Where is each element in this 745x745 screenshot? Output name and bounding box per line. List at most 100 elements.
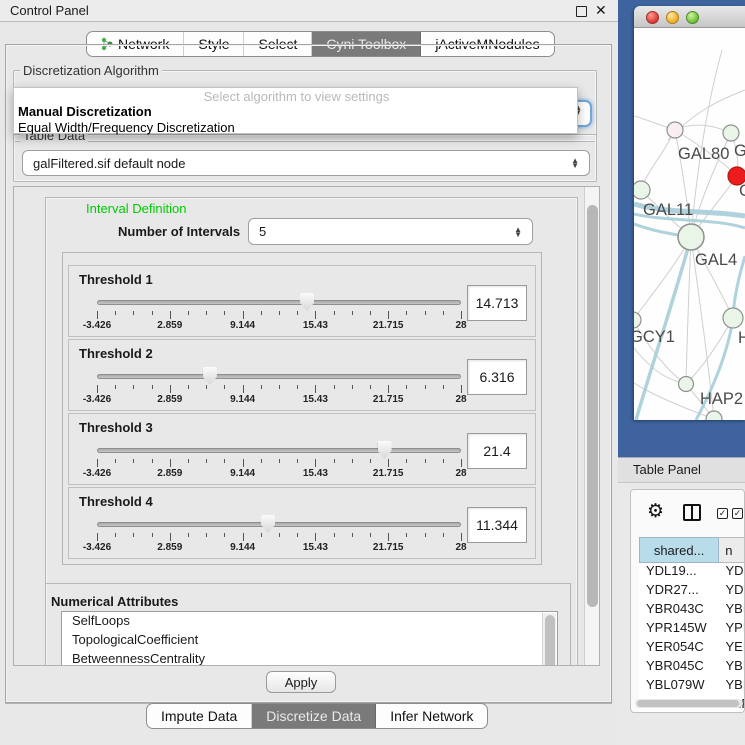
slider-tick <box>352 385 353 389</box>
network-window-titlebar[interactable] <box>634 6 745 28</box>
apply-button[interactable]: Apply <box>266 671 336 693</box>
cell-shared-name[interactable]: YDR27... <box>639 582 719 601</box>
scrollbar-thumb[interactable] <box>545 615 555 666</box>
slider-tick <box>461 385 462 393</box>
dropdown-prompt-item[interactable]: Select algorithm to view settings <box>14 89 579 104</box>
slider-tick <box>425 459 426 463</box>
table-header-row: shared... n <box>639 537 745 563</box>
slider-tick <box>224 311 225 315</box>
slider-tick <box>388 385 389 393</box>
slider-tick <box>315 459 316 467</box>
table-row[interactable]: YPR145WYPR1 <box>639 620 745 639</box>
scrollbar-thumb[interactable] <box>587 205 598 607</box>
slider-tick <box>206 459 207 463</box>
cell-name[interactable]: YBR0 <box>719 658 745 677</box>
cell-shared-name[interactable]: YPR145W <box>639 620 719 639</box>
cell-name[interactable]: YDL1 <box>719 563 745 582</box>
cell-name[interactable]: YDR2 <box>719 582 745 601</box>
slider-tick <box>279 459 280 463</box>
checkbox-icon[interactable]: ✓ <box>717 508 728 519</box>
slider-track[interactable] <box>97 522 461 527</box>
cell-shared-name[interactable]: YBL079W <box>639 677 719 696</box>
table-row[interactable]: YBL079WYBL0 <box>639 677 745 696</box>
split-view-icon[interactable] <box>683 504 701 521</box>
threshold-value-field[interactable]: 6.316 <box>467 359 527 395</box>
node-hap2 <box>679 377 694 392</box>
tab-label: Infer Network <box>390 708 473 724</box>
slider-tick <box>443 459 444 463</box>
slider-track[interactable] <box>97 374 461 379</box>
threshold-value-field[interactable]: 11.344 <box>467 507 527 543</box>
attributes-list-scrollbar[interactable] <box>542 613 556 666</box>
algorithm-dropdown-popup: Select algorithm to view settings Manual… <box>13 87 578 134</box>
column-header-name[interactable]: n <box>719 537 745 563</box>
close-traffic-light-icon[interactable] <box>646 11 659 24</box>
slider-tick <box>170 459 171 467</box>
zoom-traffic-light-icon[interactable] <box>686 11 699 24</box>
node <box>667 122 683 138</box>
slider-tick <box>297 385 298 389</box>
node-label: G <box>734 142 745 160</box>
network-canvas[interactable]: GAL80 G C GAL11 GAL4 GCY1 H HAP2 <box>634 28 745 420</box>
float-window-icon[interactable] <box>576 6 587 17</box>
tab-impute-data[interactable]: Impute Data <box>147 704 252 728</box>
slider-tick <box>115 533 116 537</box>
cell-shared-name[interactable]: YDL19... <box>639 563 719 582</box>
slider-tick <box>188 311 189 315</box>
scrollbar-thumb[interactable] <box>637 700 739 707</box>
slider-tick <box>188 385 189 389</box>
attribute-list-item[interactable]: TopologicalCoefficient <box>62 631 557 650</box>
panel-title: Control Panel <box>10 3 89 18</box>
cell-name[interactable]: YBL0 <box>719 677 745 696</box>
table-row[interactable]: YER054CYER0 <box>639 639 745 658</box>
minimize-traffic-light-icon[interactable] <box>666 11 679 24</box>
cell-shared-name[interactable]: YER054C <box>639 639 719 658</box>
column-header-shared[interactable]: shared... <box>639 537 719 563</box>
table-row[interactable]: YDR27...YDR2 <box>639 582 745 601</box>
slider-tick-label: -3.426 <box>83 468 111 479</box>
threshold-value-field[interactable]: 21.4 <box>467 433 527 469</box>
cell-name[interactable]: YBR0 <box>719 601 745 620</box>
node <box>634 181 650 199</box>
slider-tick <box>461 459 462 467</box>
node-label: HAP2 <box>700 390 743 408</box>
slider-tick-label: 21.715 <box>373 320 404 331</box>
slider-thumb[interactable] <box>203 367 217 385</box>
slider-tick <box>261 533 262 537</box>
slider-tick-label: 2.859 <box>157 320 182 331</box>
table-row[interactable]: YBR043CYBR0 <box>639 601 745 620</box>
slider-track[interactable] <box>97 300 461 305</box>
tab-discretize-data[interactable]: Discretize Data <box>252 704 376 728</box>
number-of-intervals-select[interactable]: 5 ▲▼ <box>248 218 533 245</box>
slider-thumb[interactable] <box>261 515 275 533</box>
tab-infer-network[interactable]: Infer Network <box>376 704 487 728</box>
settings-vertical-scrollbar[interactable] <box>584 187 599 665</box>
attribute-list-item[interactable]: SelfLoops <box>62 612 557 631</box>
slider-tick <box>206 385 207 389</box>
cell-name[interactable]: YER0 <box>719 639 745 658</box>
slider-tick <box>152 459 153 463</box>
table-row[interactable]: YBR045CYBR0 <box>639 658 745 677</box>
table-row[interactable]: YDL19...YDL1 <box>639 563 745 582</box>
table-data-select[interactable]: galFiltered.sif default node ▲▼ <box>22 150 590 176</box>
slider-tick <box>170 311 171 319</box>
close-icon[interactable]: ✕ <box>595 2 607 19</box>
threshold-value-field[interactable]: 14.713 <box>467 285 527 321</box>
gear-icon[interactable]: ⚙ <box>647 500 664 523</box>
slider-tick-label: 28 <box>455 542 466 553</box>
cell-name[interactable]: YPR1 <box>719 620 745 639</box>
checkbox-icon[interactable]: ✓ <box>732 508 743 519</box>
attribute-list-item[interactable]: BetweennessCentrality <box>62 650 557 666</box>
dropdown-option[interactable]: Equal Width/Frequency Discretization <box>18 120 575 136</box>
table-horizontal-scrollbar[interactable] <box>635 699 743 708</box>
slider-tick <box>334 459 335 463</box>
slider-thumb[interactable] <box>300 293 314 311</box>
cell-shared-name[interactable]: YBR045C <box>639 658 719 677</box>
slider-track[interactable] <box>97 448 461 453</box>
numerical-attributes-list[interactable]: SelfLoopsTopologicalCoefficientBetweenne… <box>61 611 558 666</box>
cell-shared-name[interactable]: YBR043C <box>639 601 719 620</box>
slider-thumb[interactable] <box>378 441 392 459</box>
dropdown-option[interactable]: Manual Discretization <box>18 104 575 120</box>
slider-tick <box>224 459 225 463</box>
table-panel-container: ⚙ ✓ ✓ shared... n YDL19...YDL1YDR27...YD… <box>630 489 745 713</box>
